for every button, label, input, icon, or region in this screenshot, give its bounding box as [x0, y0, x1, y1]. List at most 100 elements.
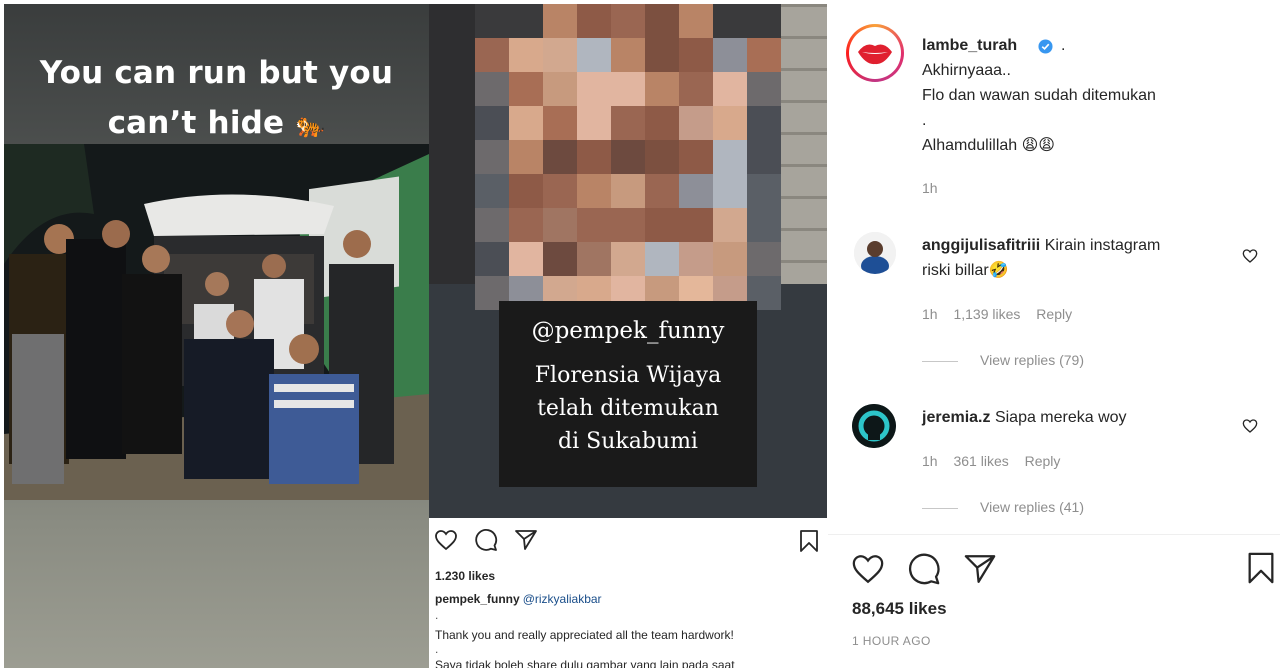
mosaic-tile: [475, 174, 509, 208]
mosaic-tile: [543, 38, 577, 72]
mosaic-tile: [543, 174, 577, 208]
comment-1-like-heart-icon[interactable]: [1242, 248, 1258, 269]
mosaic-tile: [713, 72, 747, 106]
mosaic-tile: [509, 4, 543, 38]
post-panel: @pempek_funny Florensia Wijaya telah dit…: [429, 4, 827, 668]
post-likes-count[interactable]: 1.230 likes: [435, 569, 495, 583]
comment-2-like-heart-icon[interactable]: [1242, 418, 1258, 439]
comment-1-time: 1h: [922, 306, 938, 322]
mosaic-tile: [747, 38, 781, 72]
mosaic-tile: [475, 72, 509, 106]
comment-2-time: 1h: [922, 453, 938, 469]
share-icon[interactable]: [962, 552, 998, 591]
mosaic-tile: [679, 38, 713, 72]
commenter-avatar-2[interactable]: [852, 404, 896, 448]
mosaic-tile: [509, 174, 543, 208]
commenter-avatar-1[interactable]: [854, 232, 896, 274]
mosaic-tile: [645, 72, 679, 106]
mosaic-tile: [509, 72, 543, 106]
mosaic-tile: [611, 4, 645, 38]
mosaic-tile: [475, 38, 509, 72]
comment-2-likes[interactable]: 361 likes: [953, 453, 1008, 469]
mosaic-tile: [713, 106, 747, 140]
comment-1-username[interactable]: anggijulisafitriii: [922, 237, 1040, 254]
story-caption: You can run but you can’t hide 🐅: [4, 48, 429, 150]
mosaic-tile: [509, 208, 543, 242]
like-heart-icon[interactable]: [850, 552, 886, 591]
overlay-line-1: Florensia Wijaya: [534, 363, 722, 388]
mosaic-tile: [645, 174, 679, 208]
post-caption: pempek_funny @rizkyaliakbar: [435, 592, 602, 606]
post-caption-tag[interactable]: @rizkyaliakbar: [523, 592, 602, 606]
comment-2-reply[interactable]: Reply: [1025, 453, 1061, 469]
mosaic-tile: [611, 106, 645, 140]
mosaic-tile: [611, 242, 645, 276]
post-caption-cut-line: Saya tidak boleh share dulu gambar yang …: [435, 658, 735, 668]
section-divider: [828, 534, 1280, 535]
mosaic-tile: [611, 174, 645, 208]
mosaic-tile: [543, 72, 577, 106]
mosaic-tile: [747, 174, 781, 208]
op-caption-line2: Flo dan wawan sudah ditemukan: [922, 87, 1156, 104]
post-caption-username[interactable]: pempek_funny: [435, 592, 520, 606]
mosaic-tile: [577, 242, 611, 276]
op-username-dot: .: [1061, 37, 1066, 54]
mosaic-tile: [611, 140, 645, 174]
heart-icon[interactable]: [433, 528, 459, 557]
mosaic-tile: [713, 174, 747, 208]
mosaic-tile: [543, 208, 577, 242]
overlay-line-2: telah ditemukan: [537, 396, 719, 421]
mosaic-tile: [747, 208, 781, 242]
op-username[interactable]: lambe_turah: [922, 34, 1017, 58]
mosaic-tile: [577, 140, 611, 174]
mosaic-tile: [747, 242, 781, 276]
mosaic-tile: [713, 4, 747, 38]
mosaic-tile: [611, 38, 645, 72]
mosaic-tile: [679, 72, 713, 106]
mosaic-tile: [679, 106, 713, 140]
story-caption-line1: You can run but you: [39, 55, 394, 91]
comment-1-meta: 1h 1,139 likes Reply: [922, 306, 1084, 322]
mosaic-tile: [611, 72, 645, 106]
share-icon[interactable]: [513, 528, 539, 557]
op-time: 1h: [922, 180, 938, 196]
mosaic-tile: [747, 4, 781, 38]
post-action-bar: [429, 528, 827, 558]
post-likes-total[interactable]: 88,645 likes: [852, 599, 947, 619]
post-caption-dot-2: .: [435, 642, 439, 656]
mosaic-tile: [645, 4, 679, 38]
mosaic-tile: [713, 140, 747, 174]
comment-2-line1: jeremia.z Siapa mereka woy: [922, 406, 1127, 430]
bookmark-icon[interactable]: [1244, 550, 1278, 591]
comment-2-username[interactable]: jeremia.z: [922, 409, 990, 426]
comment-icon[interactable]: [906, 552, 942, 591]
mosaic-tile: [475, 208, 509, 242]
overlay-handle: @pempek_funny: [531, 318, 725, 344]
comment-1-reply[interactable]: Reply: [1036, 306, 1072, 322]
comment-icon[interactable]: [473, 528, 499, 557]
mosaic-tile: [679, 174, 713, 208]
mosaic-tile: [475, 106, 509, 140]
comment-2-text: Siapa mereka woy: [994, 409, 1127, 426]
comment-2-view-replies[interactable]: View replies (41): [922, 499, 1084, 515]
comment-1-likes[interactable]: 1,139 likes: [953, 306, 1020, 322]
mosaic-tile: [509, 140, 543, 174]
comment-1-view-replies[interactable]: View replies (79): [922, 352, 1084, 368]
mosaic-tile: [475, 242, 509, 276]
comment-1-line1: anggijulisafitriii Kirain instagram: [922, 234, 1160, 258]
mosaic-tile: [679, 140, 713, 174]
comments-panel: lambe_turah . Akhirnyaaa.. Flo dan wawan…: [828, 4, 1280, 668]
mosaic-tile: [645, 38, 679, 72]
op-caption-line1: Akhirnyaaa..: [922, 62, 1011, 79]
post-time-ago: 1 HOUR AGO: [852, 634, 931, 648]
mosaic-tile: [509, 242, 543, 276]
op-caption-line3: .: [922, 112, 927, 129]
lambe-turah-avatar[interactable]: [846, 24, 904, 82]
bookmark-icon[interactable]: [797, 528, 821, 559]
mosaic-tile: [713, 38, 747, 72]
mosaic-tile: [509, 106, 543, 140]
story-caption-line2: can’t hide: [107, 105, 285, 141]
mosaic-tile: [713, 208, 747, 242]
mosaic-tile: [543, 140, 577, 174]
mosaic-tile: [577, 38, 611, 72]
